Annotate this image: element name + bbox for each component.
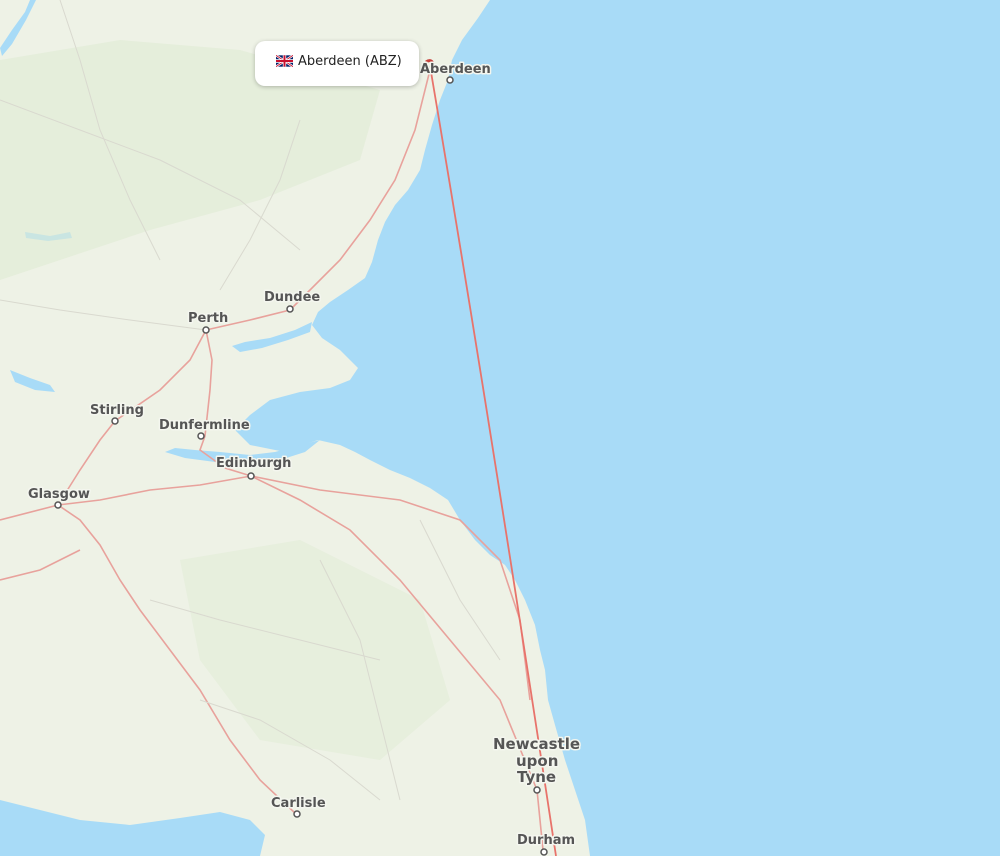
city-label-aberdeen: Aberdeen	[420, 62, 491, 77]
city-label-durham: Durham	[517, 833, 575, 848]
airport-label-text: Aberdeen (ABZ)	[298, 54, 402, 69]
city-label-edinburgh: Edinburgh	[216, 456, 291, 471]
city-label-glasgow: Glasgow	[28, 487, 90, 502]
airport-popup-label[interactable]: Aberdeen (ABZ)	[255, 41, 419, 86]
city-label-perth: Perth	[188, 311, 228, 326]
city-label-newcastle-line3: Tyne	[517, 768, 556, 786]
uk-flag-icon	[276, 55, 293, 67]
city-label-newcastle-line1: Newcastle	[493, 735, 580, 753]
city-label-stirling: Stirling	[90, 403, 144, 418]
city-label-dundee: Dundee	[264, 290, 320, 305]
city-label-dunfermline: Dunfermline	[159, 418, 250, 433]
map-canvas[interactable]: Aberdeen Dundee Perth Stirling Dunfermli…	[0, 0, 1000, 856]
city-label-carlisle: Carlisle	[271, 796, 326, 811]
